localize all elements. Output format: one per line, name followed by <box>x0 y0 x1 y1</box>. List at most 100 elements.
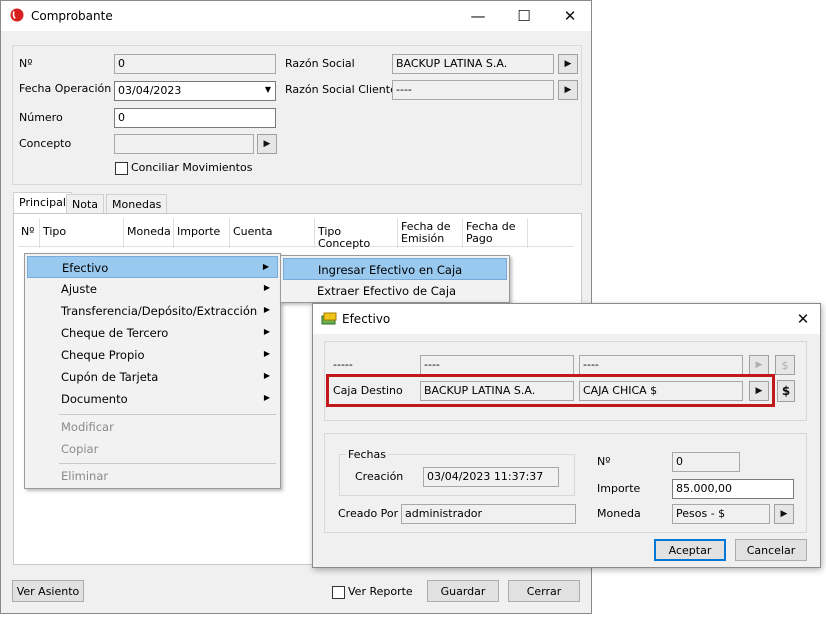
dialog-numero-label: Nº <box>597 455 611 468</box>
menu-item-label: Cheque de Tercero <box>61 326 169 340</box>
numero-sign-label: Nº <box>19 57 33 70</box>
main-titlebar[interactable]: Comprobante — ☐ ✕ <box>1 1 591 31</box>
menu-item-label: Documento <box>61 392 128 406</box>
menu-separator <box>59 414 276 415</box>
app-icon <box>10 8 24 22</box>
cerrar-button[interactable]: Cerrar <box>508 580 580 602</box>
ver-asiento-button[interactable]: Ver Asiento <box>12 580 84 602</box>
guardar-button[interactable]: Guardar <box>427 580 499 602</box>
fecha-operacion-value: 03/04/2023 <box>118 84 182 97</box>
context-menu: Efectivo ▶ Ajuste ▶ Transferencia/Depósito… <box>24 253 281 489</box>
dialog-close-icon[interactable]: ✕ <box>784 304 822 334</box>
razon-social-select-button[interactable]: ▶ <box>558 54 578 74</box>
moneda-label: Moneda <box>597 507 641 520</box>
fechas-group-label: Fechas <box>346 448 388 461</box>
creado-por-label: Creado Por <box>338 507 399 520</box>
col-cuenta[interactable]: Cuenta <box>230 218 315 248</box>
col-fecha-pago[interactable]: Fecha de Pago <box>463 218 528 248</box>
col-moneda[interactable]: Moneda <box>124 218 174 248</box>
triangle-right-icon: ▶ <box>564 59 572 69</box>
chevron-right-icon: ▶ <box>263 371 270 380</box>
ver-reporte-checkbox[interactable] <box>332 586 345 599</box>
menu-item-cheque-propio[interactable]: Cheque Propio ▶ <box>27 344 278 366</box>
chevron-right-icon: ▶ <box>263 349 270 358</box>
menu-item-label: Ajuste <box>61 282 97 296</box>
concepto-select-button[interactable]: ▶ <box>257 134 277 154</box>
chevron-right-icon: ▶ <box>263 305 270 314</box>
fecha-operacion-picker[interactable]: 03/04/2023 ▼ <box>114 81 276 101</box>
menu-item-cupon-tarjeta[interactable]: Cupón de Tarjeta ▶ <box>27 366 278 388</box>
menu-item-ajuste[interactable]: Ajuste ▶ <box>27 278 278 300</box>
dialog-title: Efectivo <box>342 312 391 326</box>
submenu-item-extraer[interactable]: Extraer Efectivo de Caja <box>283 280 507 302</box>
chevron-right-icon: ▶ <box>262 262 269 271</box>
row1-select-button: ▶ <box>749 355 769 375</box>
menu-item-eliminar: Eliminar <box>61 469 109 483</box>
menu-separator <box>59 463 276 464</box>
creacion-field: 03/04/2023 11:37:37 <box>423 467 559 487</box>
conciliar-checkbox[interactable] <box>115 162 128 175</box>
caja-destino-label: Caja Destino <box>333 384 403 397</box>
razon-social-label: Razón Social <box>285 57 355 70</box>
tab-principal[interactable]: Principal <box>13 192 72 214</box>
triangle-right-icon: ▶ <box>263 139 271 149</box>
menu-item-cheque-tercero[interactable]: Cheque de Tercero ▶ <box>27 322 278 344</box>
creacion-label: Creación <box>355 470 404 483</box>
tab-nota[interactable]: Nota <box>66 194 105 214</box>
main-window-title: Comprobante <box>31 9 113 23</box>
dialog-numero-field: 0 <box>672 452 740 472</box>
numero-sign-field: 0 <box>114 54 276 74</box>
maximize-icon[interactable]: ☐ <box>501 1 547 31</box>
chevron-right-icon: ▶ <box>263 393 270 402</box>
creado-por-field: administrador <box>401 504 576 524</box>
menu-item-label: Efectivo <box>62 261 109 275</box>
concepto-label: Concepto <box>19 137 72 150</box>
menu-item-copiar: Copiar <box>61 442 99 456</box>
close-icon[interactable]: ✕ <box>547 1 593 31</box>
menu-item-modificar: Modificar <box>61 420 114 434</box>
razon-social-field: BACKUP LATINA S.A. <box>392 54 554 74</box>
col-tipo[interactable]: Tipo <box>40 218 124 248</box>
chevron-down-icon[interactable]: ▼ <box>265 85 271 94</box>
row1-field2: ---- <box>579 355 743 375</box>
chevron-right-icon: ▶ <box>263 327 270 336</box>
row1-field1: ---- <box>420 355 574 375</box>
triangle-right-icon: ▶ <box>780 509 788 519</box>
menu-item-efectivo[interactable]: Efectivo ▶ <box>27 256 278 278</box>
razon-social-cliente-select-button[interactable]: ▶ <box>558 80 578 100</box>
caja-destino-dollar-button[interactable]: $ <box>777 380 795 402</box>
ver-reporte-label: Ver Reporte <box>348 585 413 598</box>
conciliar-label: Conciliar Movimientos <box>131 161 253 174</box>
col-importe[interactable]: Importe <box>174 218 230 248</box>
money-icon <box>321 312 337 325</box>
menu-item-label: Cupón de Tarjeta <box>61 370 159 384</box>
menu-item-label: Cheque Propio <box>61 348 145 362</box>
importe-label: Importe <box>597 482 641 495</box>
cancelar-button[interactable]: Cancelar <box>735 539 807 561</box>
col-numero[interactable]: Nº <box>18 218 40 248</box>
concepto-field <box>114 134 254 154</box>
moneda-select-button[interactable]: ▶ <box>774 504 794 524</box>
row1-dollar-button: $ <box>775 355 795 375</box>
caja-destino-field: CAJA CHICA $ <box>579 381 743 401</box>
numero-label: Número <box>19 111 63 124</box>
menu-item-transferencia[interactable]: Transferencia/Depósito/Extracción ▶ <box>27 300 278 322</box>
menu-item-label: Transferencia/Depósito/Extracción <box>61 304 258 318</box>
importe-input[interactable]: 85.000,00 <box>672 479 794 499</box>
menu-item-documento[interactable]: Documento ▶ <box>27 388 278 410</box>
moneda-field: Pesos - $ <box>672 504 770 524</box>
col-tipo-concepto[interactable]: Tipo Concepto <box>315 218 398 250</box>
tab-monedas[interactable]: Monedas <box>106 194 168 214</box>
minimize-icon[interactable]: — <box>455 1 501 31</box>
fecha-operacion-label: Fecha Operación <box>19 82 112 95</box>
col-fecha-emision[interactable]: Fecha de Emisión <box>398 218 463 248</box>
triangle-right-icon: ▶ <box>755 386 763 396</box>
caja-destino-select-button[interactable]: ▶ <box>749 381 769 401</box>
numero-input[interactable]: 0 <box>114 108 276 128</box>
dialog-titlebar[interactable]: Efectivo ✕ <box>313 304 820 334</box>
caja-destino-empresa-field: BACKUP LATINA S.A. <box>420 381 574 401</box>
row1-label: ----- <box>333 358 353 371</box>
submenu-item-ingresar[interactable]: Ingresar Efectivo en Caja <box>283 258 507 280</box>
triangle-right-icon: ▶ <box>564 85 572 95</box>
aceptar-button[interactable]: Aceptar <box>654 539 726 561</box>
